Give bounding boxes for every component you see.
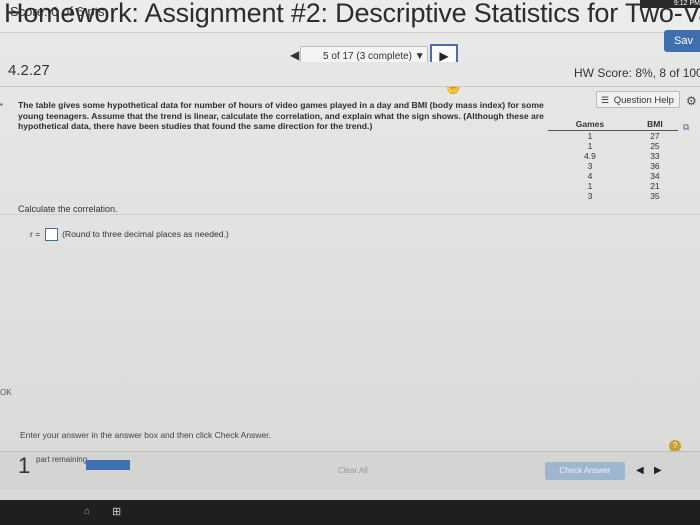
title-bar: Homework: Assignment #2: Descriptive Sta… bbox=[0, 0, 700, 33]
table-header-games: Games bbox=[548, 118, 632, 131]
edge-ok-text: OK bbox=[0, 388, 12, 397]
table-header-bmi: BMI bbox=[631, 118, 678, 131]
clear-all-button[interactable]: Clear All bbox=[338, 466, 368, 475]
table-row: 4 34 bbox=[548, 171, 678, 181]
data-table: Games BMI 1 27 1 25 4.9 33 3 36 4 34 1 2… bbox=[548, 118, 678, 201]
answer-row: r = (Round to three decimal places as ne… bbox=[30, 228, 229, 241]
answer-input[interactable] bbox=[44, 228, 58, 241]
system-clock: 9:12 PM bbox=[640, 0, 700, 8]
table-row: 3 35 bbox=[548, 191, 678, 201]
table-cell-bmi: 35 bbox=[650, 191, 660, 201]
hw-score: HW Score: 8%, 8 of 100 p bbox=[574, 66, 700, 80]
parts-remaining-label: part remaining bbox=[36, 455, 88, 464]
taskbar-window-icon[interactable]: ⊞ bbox=[112, 505, 121, 518]
table-cell-bmi: 21 bbox=[650, 181, 660, 191]
question-help-label: Question Help bbox=[613, 95, 674, 106]
table-cell-games: 4.9 bbox=[584, 151, 596, 161]
table-cell-games: 1 bbox=[587, 141, 593, 151]
previous-arrow-icon[interactable]: ◀ bbox=[636, 465, 644, 476]
table-cell-games: 4 bbox=[587, 171, 593, 181]
table-cell-bmi: 25 bbox=[650, 141, 660, 151]
table-cell-games: 1 bbox=[587, 181, 593, 191]
table-cell-bmi: 34 bbox=[650, 171, 660, 181]
table-cell-bmi: 36 bbox=[650, 161, 660, 171]
chevron-down-icon: ▼ bbox=[414, 51, 425, 62]
parts-progress-fill bbox=[86, 460, 130, 470]
section-divider bbox=[0, 214, 700, 215]
page-title: Homework: Assignment #2: Descriptive Sta… bbox=[4, 0, 700, 28]
list-icon: ☰ bbox=[601, 95, 610, 105]
question-selector-label: 5 of 17 (3 complete) bbox=[323, 51, 412, 62]
answer-prefix: r = bbox=[30, 228, 41, 239]
table-row: 1 25 bbox=[548, 141, 678, 151]
save-button[interactable]: Sav bbox=[664, 30, 700, 52]
parts-progress-bar bbox=[86, 460, 130, 470]
parts-remaining-count: 1 bbox=[18, 453, 31, 478]
score-text: Score: 0 of 6 pts bbox=[10, 4, 105, 19]
table-row: 1 21 bbox=[548, 181, 678, 191]
table-row: 1 27 bbox=[548, 131, 678, 142]
question-number: 4.2.27 bbox=[8, 62, 50, 79]
taskbar-app-icon[interactable]: ⌂ bbox=[84, 506, 90, 517]
question-help-button[interactable]: ☰ Question Help bbox=[596, 91, 680, 108]
edge-marker: ▪ bbox=[0, 100, 3, 109]
next-arrow-icon[interactable]: ▶ bbox=[654, 465, 662, 476]
calculate-label: Calculate the correlation. bbox=[18, 204, 118, 214]
table-row: 4.9 33 bbox=[548, 151, 678, 161]
check-answer-button[interactable]: Check Answer bbox=[545, 462, 625, 480]
problem-text: The table gives some hypothetical data f… bbox=[18, 100, 544, 131]
taskbar bbox=[0, 500, 700, 525]
table-cell-bmi: 27 bbox=[650, 131, 660, 141]
table-row: 3 36 bbox=[548, 161, 678, 171]
screen: Homework: Assignment #2: Descriptive Sta… bbox=[0, 0, 700, 525]
gear-icon[interactable]: ⚙ bbox=[686, 94, 697, 108]
table-cell-games: 1 bbox=[587, 131, 593, 141]
rounding-hint: (Round to three decimal places as needed… bbox=[62, 228, 229, 239]
copy-table-icon[interactable]: ⧉ bbox=[683, 122, 689, 133]
footer-instruction: Enter your answer in the answer box and … bbox=[20, 430, 271, 440]
table-cell-bmi: 33 bbox=[650, 151, 660, 161]
previous-question-icon[interactable]: ◀ bbox=[290, 48, 299, 62]
table-cell-games: 3 bbox=[587, 161, 593, 171]
table-cell-games: 3 bbox=[587, 191, 593, 201]
